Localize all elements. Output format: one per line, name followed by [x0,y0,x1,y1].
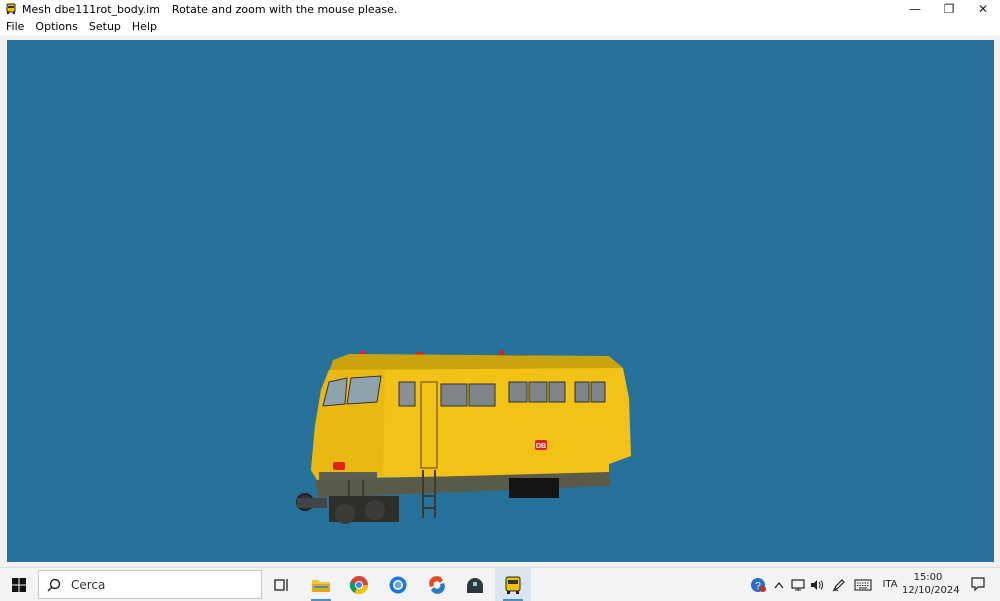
minimize-button[interactable]: — [898,0,932,18]
chevron-up-icon[interactable] [771,568,787,601]
locomotive-model: DB [296,350,631,524]
window-title: Mesh dbe111rot_body.im [22,2,160,16]
svg-text:?: ? [755,581,761,592]
app-train-icon [4,2,18,16]
app-swirl-icon[interactable] [419,568,455,601]
clock[interactable]: 15:00 12/10/2024 [902,571,960,597]
mesh-viewer-taskbar-icon[interactable] [495,568,531,601]
keyboard-icon[interactable] [852,568,874,601]
thunderbird-icon[interactable] [380,568,416,601]
network-icon[interactable] [789,568,807,601]
app-dome-icon[interactable] [457,568,493,601]
menu-setup[interactable]: Setup [84,20,126,33]
menu-bar: File Options Setup Help [0,18,1000,35]
window-controls: — ❐ ✕ [898,0,1000,18]
window-hint: Rotate and zoom with the mouse please. [171,2,398,16]
start-button[interactable] [0,568,38,601]
restore-button[interactable]: ❐ [932,0,966,18]
clock-time: 15:00 [913,572,943,583]
search-icon [47,578,61,592]
menu-help[interactable]: Help [127,20,162,33]
pen-icon[interactable] [830,568,848,601]
chrome-icon[interactable] [341,568,377,601]
windows-icon [12,577,26,592]
clock-date: 12/10/2024 [902,585,960,596]
help-tray-icon[interactable]: ? [748,568,768,601]
close-button[interactable]: ✕ [966,0,1000,18]
notification-icon[interactable] [970,576,986,596]
taskbar: ? ITA 15:00 12/10/2024 [0,567,1000,601]
file-explorer-icon[interactable] [303,568,339,601]
task-view-icon[interactable] [264,568,300,601]
language-indicator[interactable]: ITA [880,568,900,601]
db-logo-side: DB [536,443,546,450]
volume-icon[interactable] [808,568,826,601]
taskbar-search[interactable] [38,570,262,599]
menu-options[interactable]: Options [30,20,82,33]
menu-file[interactable]: File [1,20,29,33]
search-input[interactable] [69,576,233,593]
title-bar: Mesh dbe111rot_body.im Rotate and zoom w… [0,0,1000,18]
3d-viewport[interactable]: DB [7,40,994,562]
